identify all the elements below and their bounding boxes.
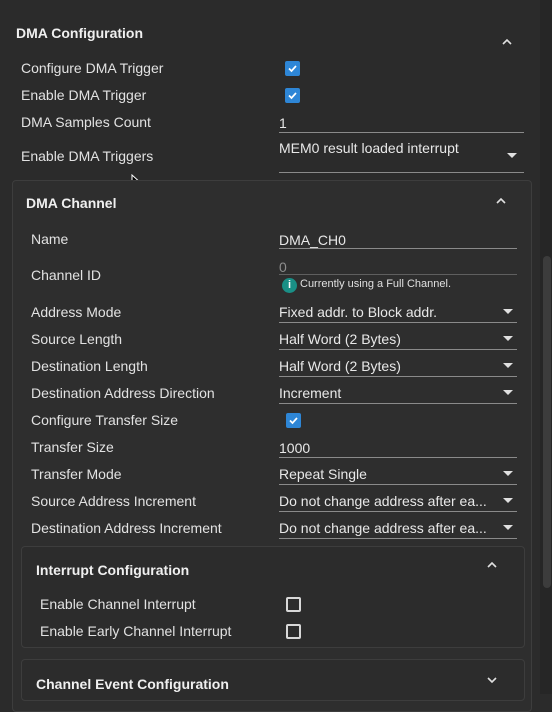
configure-dma-trigger-label: Configure DMA Trigger (21, 60, 164, 76)
transfer-size-value: 1000 (279, 440, 311, 456)
check-icon (288, 65, 297, 73)
destination-address-direction-label: Destination Address Direction (31, 385, 215, 401)
transfer-mode-value: Repeat Single (279, 466, 367, 482)
dma-configuration-title: DMA Configuration (16, 25, 144, 41)
chevron-down-icon[interactable] (486, 674, 498, 686)
scrollbar-thumb[interactable] (543, 256, 551, 588)
dma-channel-title: DMA Channel (26, 195, 117, 211)
configure-dma-trigger-checkbox[interactable] (285, 61, 300, 76)
dropdown-arrow-icon (503, 336, 513, 341)
channel-id-value: 0 (279, 259, 287, 275)
destination-address-direction-value: Increment (279, 385, 342, 401)
dma-samples-count-label: DMA Samples Count (21, 114, 151, 130)
enable-dma-trigger-label: Enable DMA Trigger (21, 87, 147, 103)
dma-samples-count-input[interactable]: 1 (279, 112, 524, 133)
configure-transfer-size-checkbox[interactable] (286, 413, 301, 428)
dropdown-arrow-icon (503, 498, 513, 503)
transfer-mode-label: Transfer Mode (31, 466, 122, 482)
dropdown-arrow-icon (503, 309, 513, 314)
configure-transfer-size-label: Configure Transfer Size (31, 412, 179, 428)
check-icon (288, 92, 297, 100)
chevron-up-icon[interactable] (486, 559, 498, 571)
dropdown-arrow-icon (507, 153, 517, 158)
source-length-value: Half Word (2 Bytes) (279, 331, 401, 347)
destination-address-increment-select[interactable]: Do not change address after ea... (279, 518, 517, 539)
info-icon: i (282, 278, 297, 293)
dma-samples-count-value: 1 (279, 115, 287, 131)
destination-length-value: Half Word (2 Bytes) (279, 358, 401, 374)
enable-dma-trigger-checkbox[interactable] (285, 88, 300, 103)
enable-dma-triggers-value: MEM0 result loaded interrupt (279, 140, 459, 156)
source-length-select[interactable]: Half Word (2 Bytes) (279, 329, 517, 350)
dropdown-arrow-icon (503, 471, 513, 476)
scrollbar-track[interactable] (540, 0, 552, 694)
address-mode-value: Fixed addr. to Block addr. (279, 304, 437, 320)
channel-event-configuration-panel[interactable]: Channel Event Configuration (21, 659, 525, 701)
channel-name-label: Name (31, 231, 69, 247)
destination-address-direction-select[interactable]: Increment (279, 383, 517, 404)
dma-configuration-header[interactable]: DMA Configuration (0, 14, 540, 50)
enable-channel-interrupt-label: Enable Channel Interrupt (40, 596, 196, 612)
address-mode-select[interactable]: Fixed addr. to Block addr. (279, 302, 517, 323)
transfer-size-input[interactable]: 1000 (279, 437, 517, 458)
address-mode-label: Address Mode (31, 304, 122, 320)
channel-id-label: Channel ID (31, 267, 102, 283)
channel-name-value: DMA_CH0 (279, 232, 346, 248)
destination-address-increment-label: Destination Address Increment (31, 520, 222, 536)
enable-early-channel-interrupt-checkbox[interactable] (286, 624, 301, 639)
transfer-mode-select[interactable]: Repeat Single (279, 464, 517, 485)
destination-address-increment-value: Do not change address after ea... (279, 520, 487, 536)
destination-length-label: Destination Length (31, 358, 148, 374)
channel-id-note: Currently using a Full Channel. (300, 278, 452, 290)
transfer-size-label: Transfer Size (31, 439, 114, 455)
source-address-increment-label: Source Address Increment (31, 493, 196, 509)
check-icon (289, 417, 298, 425)
dropdown-arrow-icon (503, 525, 513, 530)
enable-dma-triggers-label: Enable DMA Triggers (21, 148, 154, 164)
channel-event-configuration-title: Channel Event Configuration (36, 676, 229, 692)
enable-channel-interrupt-checkbox[interactable] (286, 597, 301, 612)
interrupt-configuration-title: Interrupt Configuration (36, 562, 190, 578)
channel-name-input[interactable]: DMA_CH0 (279, 228, 517, 249)
source-length-label: Source Length (31, 331, 123, 347)
enable-early-channel-interrupt-label: Enable Early Channel Interrupt (40, 623, 232, 639)
enable-dma-triggers-select[interactable]: MEM0 result loaded interrupt (279, 138, 524, 173)
source-address-increment-select[interactable]: Do not change address after ea... (279, 491, 517, 512)
channel-id-input[interactable]: 0 (279, 254, 517, 275)
dropdown-arrow-icon (503, 390, 513, 395)
chevron-up-icon[interactable] (501, 36, 513, 48)
source-address-increment-value: Do not change address after ea... (279, 493, 487, 509)
destination-length-select[interactable]: Half Word (2 Bytes) (279, 356, 517, 377)
chevron-up-icon[interactable] (495, 195, 507, 207)
dropdown-arrow-icon (503, 363, 513, 368)
